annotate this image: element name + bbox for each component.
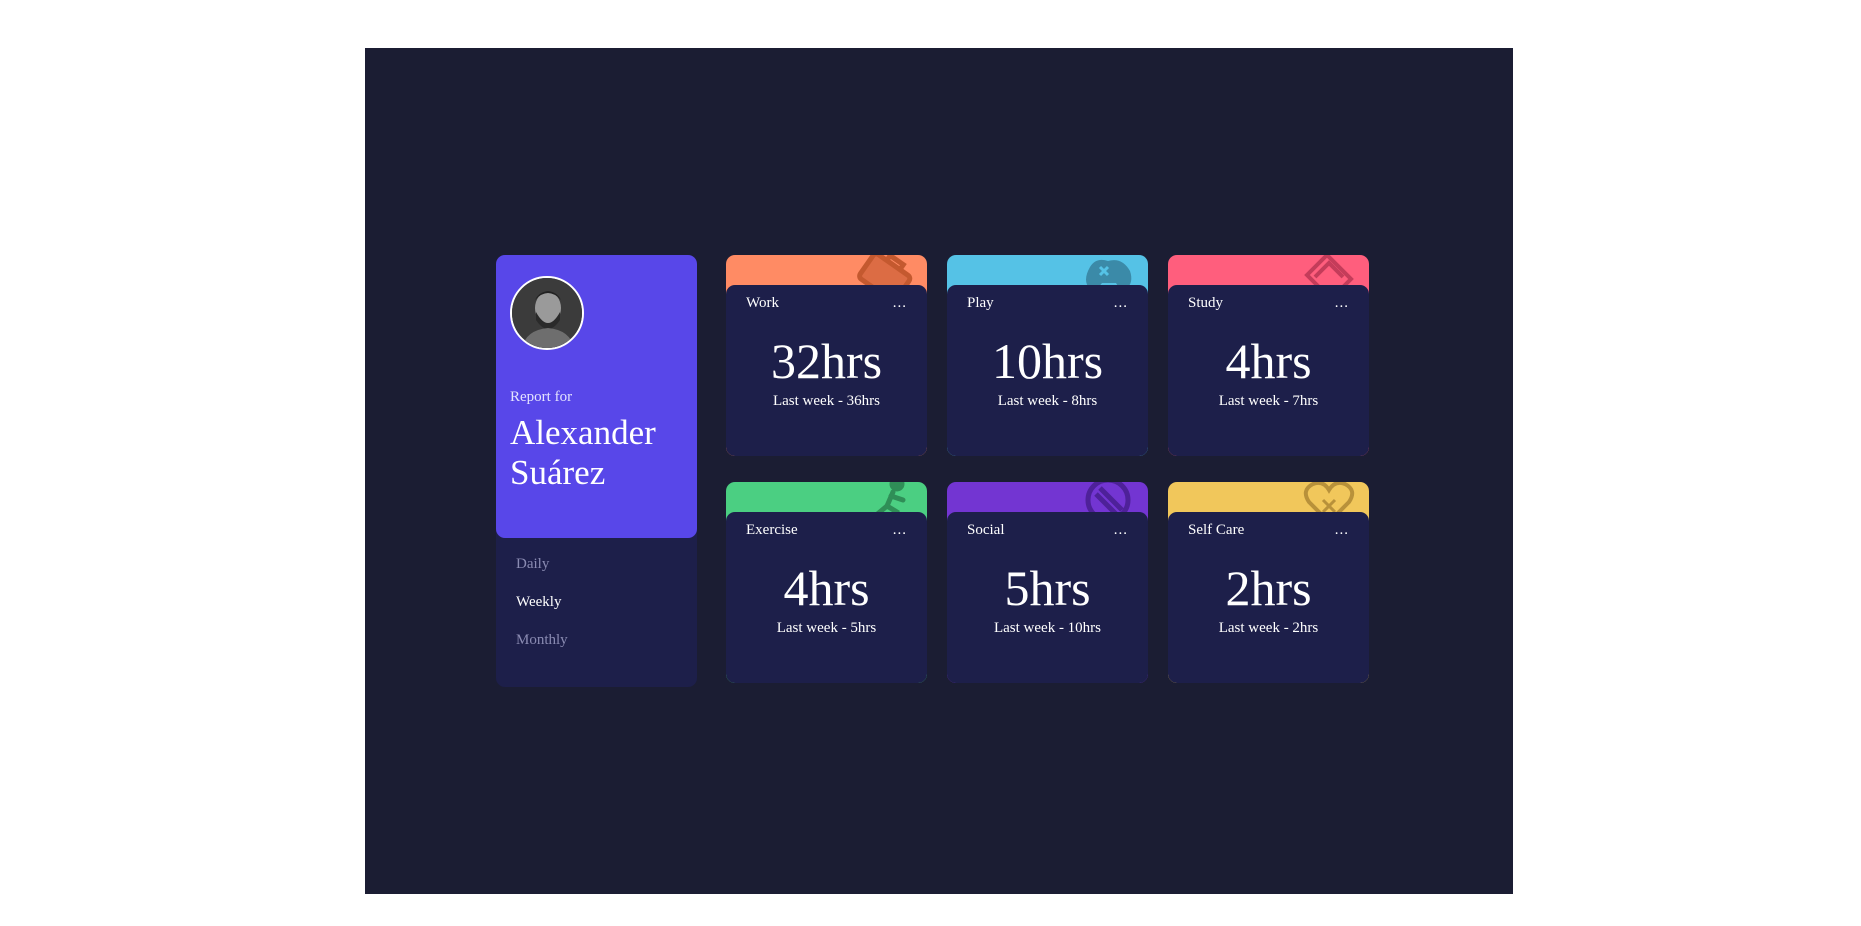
- card-title: Exercise: [746, 522, 798, 538]
- card-title: Study: [1188, 295, 1224, 311]
- previous-hours: Last week - 8hrs: [997, 393, 1098, 409]
- profile-card: Report for Alexander Suárez Daily Weekly…: [496, 255, 697, 687]
- card-body[interactable]: Exercise ... 4hrs Last week - 5hrs: [726, 512, 927, 683]
- card-body[interactable]: Play ... 10hrs Last week - 8hrs: [947, 285, 1148, 456]
- current-hours: 5hrs: [1004, 560, 1091, 616]
- activity-card-study: Study ... 4hrs Last week - 7hrs: [1168, 255, 1369, 456]
- period-daily[interactable]: Daily: [516, 556, 549, 573]
- card-title: Social: [967, 522, 1005, 538]
- activity-card-social: Social ... 5hrs Last week - 10hrs: [947, 482, 1148, 683]
- card-body[interactable]: Social ... 5hrs Last week - 10hrs: [947, 512, 1148, 683]
- user-name: Alexander Suárez: [510, 413, 656, 492]
- previous-hours: Last week - 5hrs: [776, 620, 877, 636]
- previous-hours: Last week - 10hrs: [993, 620, 1102, 636]
- current-hours: 2hrs: [1225, 560, 1312, 616]
- period-monthly[interactable]: Monthly: [516, 632, 568, 649]
- ellipsis-icon[interactable]: ...: [893, 295, 907, 312]
- previous-hours: Last week - 2hrs: [1218, 620, 1319, 636]
- ellipsis-icon[interactable]: ...: [1114, 295, 1128, 312]
- report-for-label: Report for: [510, 389, 573, 405]
- previous-hours: Last week - 36hrs: [772, 393, 881, 409]
- ellipsis-icon[interactable]: ...: [893, 522, 907, 539]
- dashboard-frame: Report for Alexander Suárez Daily Weekly…: [365, 48, 1513, 894]
- current-hours: 32hrs: [770, 333, 883, 389]
- avatar-image: [512, 278, 582, 348]
- profile-header: Report for Alexander Suárez: [496, 255, 697, 538]
- card-title: Play: [967, 295, 994, 311]
- activity-card-work: Work ... 32hrs Last week - 36hrs: [726, 255, 927, 456]
- card-body[interactable]: Self Care ... 2hrs Last week - 2hrs: [1168, 512, 1369, 683]
- period-weekly[interactable]: Weekly: [516, 594, 561, 611]
- ellipsis-icon[interactable]: ...: [1114, 522, 1128, 539]
- ellipsis-icon[interactable]: ...: [1335, 522, 1349, 539]
- card-title: Self Care: [1188, 522, 1245, 538]
- current-hours: 4hrs: [1225, 333, 1312, 389]
- activity-card-self-care: Self Care ... 2hrs Last week - 2hrs: [1168, 482, 1369, 683]
- current-hours: 10hrs: [991, 333, 1104, 389]
- card-title: Work: [746, 295, 779, 311]
- avatar: [510, 276, 584, 350]
- activity-card-play: Play ... 10hrs Last week - 8hrs: [947, 255, 1148, 456]
- activity-card-exercise: Exercise ... 4hrs Last week - 5hrs: [726, 482, 927, 683]
- ellipsis-icon[interactable]: ...: [1335, 295, 1349, 312]
- card-body[interactable]: Work ... 32hrs Last week - 36hrs: [726, 285, 927, 456]
- card-body[interactable]: Study ... 4hrs Last week - 7hrs: [1168, 285, 1369, 456]
- previous-hours: Last week - 7hrs: [1218, 393, 1319, 409]
- current-hours: 4hrs: [783, 560, 870, 616]
